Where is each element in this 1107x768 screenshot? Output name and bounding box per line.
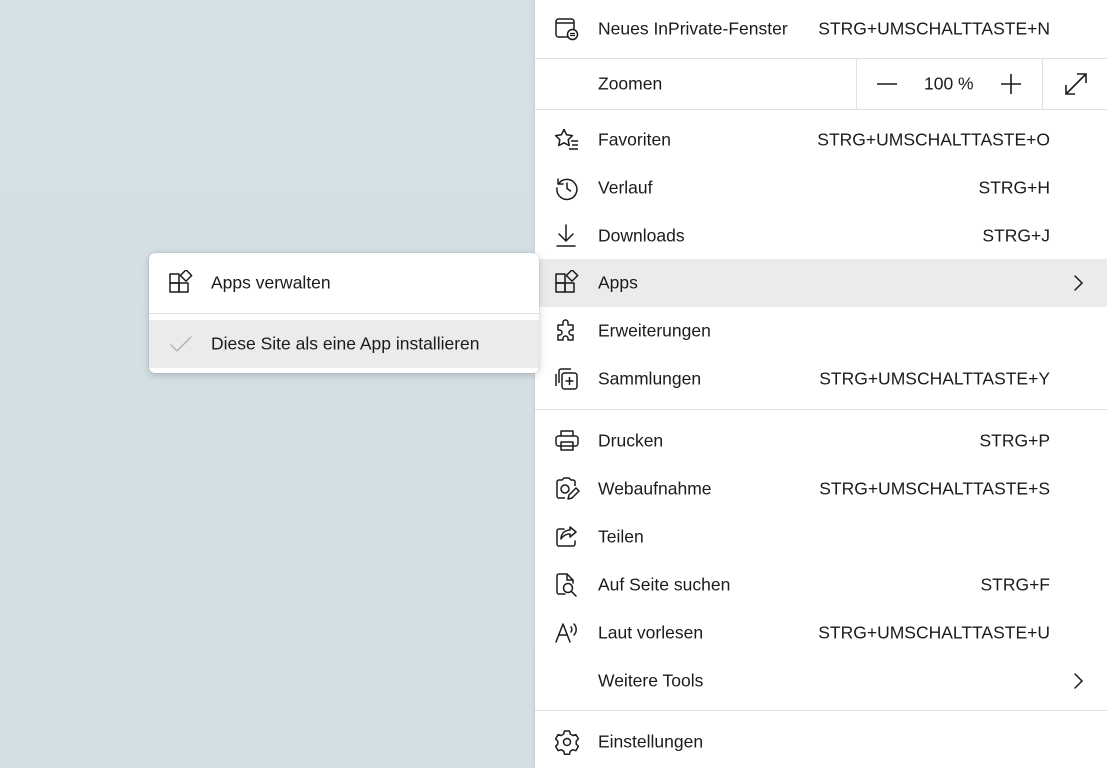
menu-divider: [535, 109, 1107, 110]
shortcut-label: STRG+UMSCHALTTASTE+U: [818, 622, 1050, 643]
menu-item-apps[interactable]: Apps: [535, 259, 1107, 307]
menu-item-label: Einstellungen: [598, 731, 704, 752]
zoom-label: Zoomen: [598, 73, 663, 94]
fullscreen-button[interactable]: [1063, 71, 1089, 97]
chevron-right-icon: [1069, 672, 1087, 690]
menu-item-zoom: Zoomen 100 %: [535, 59, 1107, 109]
download-icon: [554, 223, 580, 249]
favorites-icon: [554, 127, 580, 153]
menu-item-extensions[interactable]: Erweiterungen: [535, 307, 1107, 355]
zoom-level-value: 100 %: [924, 73, 974, 94]
history-icon: [554, 175, 580, 201]
menu-item-label: Favoriten: [598, 129, 671, 150]
submenu-divider: [149, 313, 539, 314]
menu-item-label: Laut vorlesen: [598, 622, 704, 643]
web-capture-icon: [554, 476, 580, 502]
zoom-separator: [1042, 59, 1043, 109]
menu-item-label: Weitere Tools: [598, 670, 704, 691]
collections-icon: [554, 366, 580, 392]
apps-icon: [554, 270, 580, 296]
menu-item-favorites[interactable]: Favoriten STRG+UMSCHALTTASTE+O: [535, 116, 1107, 164]
plus-icon: [1001, 74, 1021, 94]
zoom-out-button[interactable]: [874, 71, 900, 97]
menu-item-history[interactable]: Verlauf STRG+H: [535, 164, 1107, 212]
menu-item-share[interactable]: Teilen: [535, 513, 1107, 561]
share-icon: [554, 524, 580, 550]
menu-item-label: Apps: [598, 272, 638, 293]
submenu-item-install-site-as-app[interactable]: Diese Site als eine App installieren: [149, 320, 539, 368]
inprivate-window-icon: [554, 16, 580, 42]
menu-item-settings[interactable]: Einstellungen: [535, 718, 1107, 766]
shortcut-label: STRG+H: [978, 177, 1050, 198]
menu-item-label: Verlauf: [598, 177, 653, 198]
checkmark-icon: [168, 331, 194, 357]
zoom-in-button[interactable]: [998, 71, 1024, 97]
menu-item-find-on-page[interactable]: Auf Seite suchen STRG+F: [535, 561, 1107, 609]
find-on-page-icon: [554, 572, 580, 598]
apps-submenu: Apps verwalten Diese Site als eine App i…: [149, 253, 539, 373]
menu-item-collections[interactable]: Sammlungen STRG+UMSCHALTTASTE+Y: [535, 355, 1107, 403]
menu-item-downloads[interactable]: Downloads STRG+J: [535, 212, 1107, 260]
gear-icon: [554, 729, 580, 755]
zoom-separator: [856, 59, 857, 109]
shortcut-label: STRG+UMSCHALTTASTE+Y: [819, 368, 1050, 389]
menu-item-more-tools[interactable]: Weitere Tools: [535, 657, 1107, 705]
submenu-item-manage-apps[interactable]: Apps verwalten: [149, 259, 539, 307]
menu-divider: [535, 409, 1107, 410]
minus-icon: [877, 83, 897, 85]
menu-item-label: Teilen: [598, 526, 644, 547]
printer-icon: [554, 428, 580, 454]
read-aloud-icon: [554, 620, 580, 646]
menu-item-label: Erweiterungen: [598, 320, 711, 341]
shortcut-label: STRG+P: [979, 430, 1050, 451]
menu-item-label: Downloads: [598, 225, 685, 246]
shortcut-label: STRG+UMSCHALTTASTE+O: [817, 129, 1050, 150]
menu-item-label: Auf Seite suchen: [598, 574, 731, 595]
menu-item-web-capture[interactable]: Webaufnahme STRG+UMSCHALTTASTE+S: [535, 465, 1107, 513]
menu-item-print[interactable]: Drucken STRG+P: [535, 417, 1107, 465]
submenu-item-label: Diese Site als eine App installieren: [211, 333, 480, 354]
shortcut-label: STRG+F: [980, 574, 1050, 595]
menu-divider: [535, 710, 1107, 711]
menu-item-label: Drucken: [598, 430, 664, 451]
menu-item-label: Sammlungen: [598, 368, 702, 389]
shortcut-label: STRG+UMSCHALTTASTE+N: [818, 18, 1050, 39]
menu-item-label: Neues InPrivate-Fenster: [598, 18, 788, 39]
menu-item-new-inprivate-window[interactable]: Neues InPrivate-Fenster STRG+UMSCHALTTAS…: [535, 5, 1107, 53]
chevron-right-icon: [1069, 274, 1087, 292]
menu-item-label: Webaufnahme: [598, 478, 712, 499]
submenu-item-label: Apps verwalten: [211, 272, 331, 293]
apps-icon: [168, 270, 194, 296]
fullscreen-icon: [1065, 73, 1087, 95]
shortcut-label: STRG+UMSCHALTTASTE+S: [819, 478, 1050, 499]
browser-settings-menu: Neues InPrivate-Fenster STRG+UMSCHALTTAS…: [535, 0, 1107, 768]
menu-item-read-aloud[interactable]: Laut vorlesen STRG+UMSCHALTTASTE+U: [535, 609, 1107, 657]
shortcut-label: STRG+J: [982, 225, 1050, 246]
puzzle-icon: [554, 318, 580, 344]
